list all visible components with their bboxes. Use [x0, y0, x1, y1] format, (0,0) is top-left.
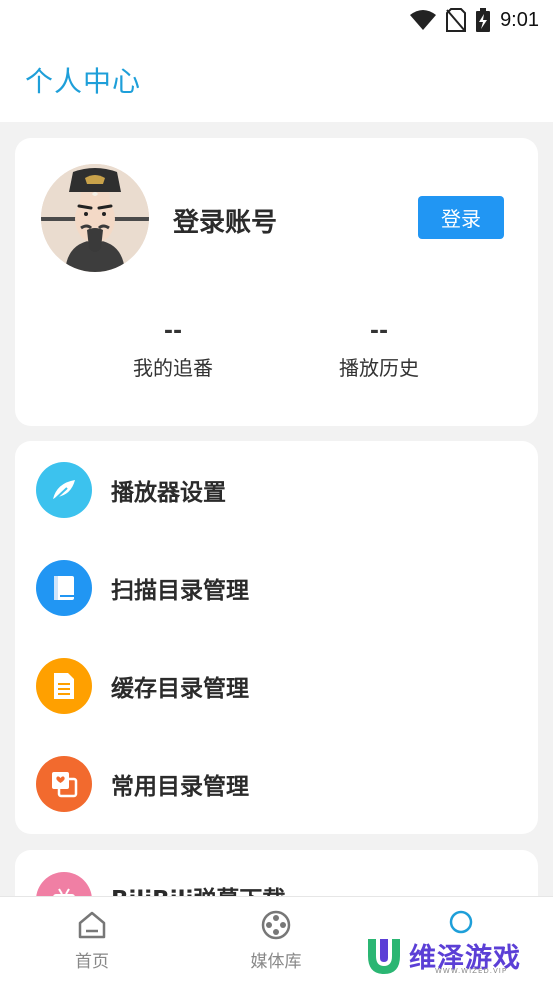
- judge-avatar-icon: [41, 164, 149, 272]
- film-reel-icon: [261, 910, 291, 940]
- stat-history[interactable]: -- 播放历史: [299, 320, 459, 381]
- login-button[interactable]: 登录: [418, 196, 504, 239]
- stat-value: --: [369, 319, 389, 344]
- status-bar: 9:01: [0, 0, 553, 40]
- menu-label: 常用目录管理: [111, 774, 249, 800]
- feather-icon: [36, 462, 92, 518]
- account-label[interactable]: 登录账号: [173, 202, 277, 239]
- page-title: 个人中心: [25, 65, 142, 98]
- watermark-url: WWW.WIZED.VIP: [435, 967, 508, 975]
- menu-item-player-settings[interactable]: 播放器设置: [15, 441, 538, 539]
- status-time: 9:01: [500, 8, 539, 31]
- book-icon: [36, 560, 92, 616]
- settings-menu-card: 播放器设置 扫描目录管理 缓存目录管理 常用目录管理: [15, 441, 538, 834]
- stat-value: --: [163, 319, 183, 344]
- stat-watchlist[interactable]: -- 我的追番: [93, 320, 253, 381]
- status-icons: 9:01: [410, 7, 539, 33]
- nav-item-home[interactable]: 首页: [37, 909, 147, 972]
- menu-item-common-directories[interactable]: 常用目录管理: [15, 735, 538, 833]
- menu-label: 缓存目录管理: [111, 676, 249, 702]
- stat-label: 我的追番: [133, 356, 213, 380]
- home-icon: [78, 911, 106, 939]
- nav-item-media-library[interactable]: 媒体库: [221, 909, 331, 972]
- battery-charging-icon: [476, 8, 491, 32]
- watermark-logo-icon: [368, 939, 400, 974]
- menu-item-scan-directories[interactable]: 扫描目录管理: [15, 539, 538, 637]
- menu-label: 播放器设置: [111, 480, 226, 506]
- profile-card: 登录账号 登录 -- 我的追番 -- 播放历史: [15, 138, 538, 426]
- menu-label: 扫描目录管理: [111, 578, 249, 604]
- menu-item-cache-directories[interactable]: 缓存目录管理: [15, 637, 538, 735]
- nav-label: 首页: [75, 952, 109, 972]
- no-sim-icon: [446, 8, 467, 32]
- wifi-icon: [410, 10, 437, 30]
- stat-label: 播放历史: [339, 356, 419, 380]
- nav-label: 媒体库: [250, 952, 302, 972]
- folder-heart-icon: [36, 756, 92, 812]
- app-header: 个人中心: [0, 40, 553, 122]
- document-icon: [36, 658, 92, 714]
- avatar[interactable]: [41, 164, 149, 272]
- watermark: 维泽游戏 WWW.WIZED.VIP: [365, 936, 545, 976]
